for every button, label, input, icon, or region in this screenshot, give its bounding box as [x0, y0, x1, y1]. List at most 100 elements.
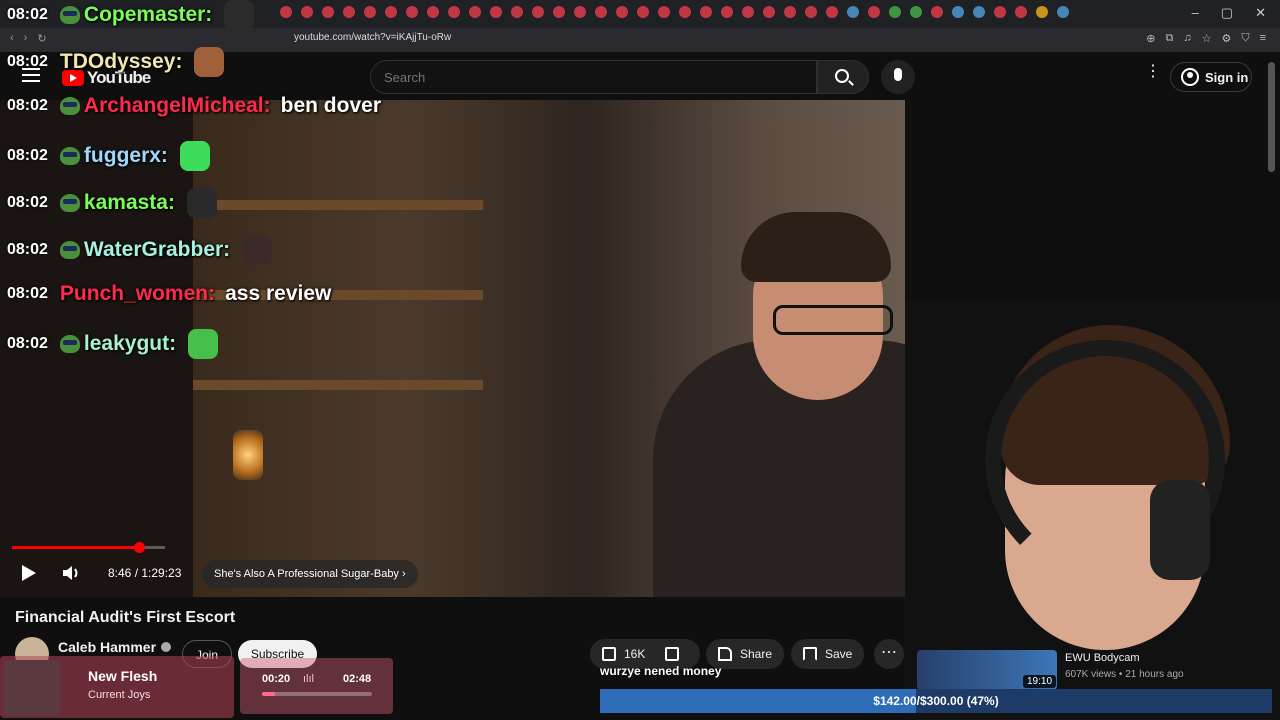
volume-icon[interactable]: [62, 565, 82, 581]
search-icon: [835, 69, 849, 83]
close-window-button[interactable]: ✕: [1255, 5, 1266, 21]
chat-emote-icon: [194, 47, 225, 77]
verified-icon: [161, 642, 172, 652]
channel-name[interactable]: Caleb Hammer: [58, 639, 172, 655]
browser-tab-icon[interactable]: [511, 6, 523, 18]
bookmark-icon[interactable]: ☆: [1202, 32, 1212, 45]
browser-tab-icon[interactable]: [637, 6, 649, 18]
chat-timestamp: 08:02: [7, 285, 48, 302]
chat-username[interactable]: ArchangelMicheal:: [84, 94, 271, 118]
lamp: [233, 430, 263, 480]
glasses: [773, 305, 893, 335]
browser-tab-icon[interactable]: [973, 6, 985, 18]
chat-message: 08:02 Punch_women: ass review: [7, 282, 331, 306]
headphone-cup: [1150, 480, 1210, 580]
zoom-icon[interactable]: ⊕: [1146, 32, 1155, 45]
chapter-button[interactable]: She's Also A Professional Sugar-Baby ›: [202, 560, 418, 588]
chat-username[interactable]: Copemaster:: [84, 3, 212, 27]
chat-username[interactable]: TDOdyssey:: [60, 50, 183, 74]
minimize-button[interactable]: –: [1192, 5, 1199, 21]
browser-tab-icon[interactable]: [994, 6, 1006, 18]
chevron-right-icon: ›: [402, 568, 406, 580]
browser-tab-icon[interactable]: [1036, 6, 1048, 18]
browser-tab-icon[interactable]: [805, 6, 817, 18]
chat-username[interactable]: kamasta:: [84, 191, 175, 215]
more-options-icon[interactable]: ⋮: [1145, 64, 1161, 80]
thumbs-up-icon[interactable]: [602, 647, 616, 661]
chat-message: 08:02 WaterGrabber:: [7, 235, 273, 265]
browser-tab-icon[interactable]: [700, 6, 712, 18]
like-count[interactable]: 16K: [624, 647, 645, 661]
settings-icon[interactable]: ⚙: [1221, 32, 1231, 45]
chat-emote-icon: [224, 0, 255, 30]
browser-tab-icon[interactable]: [1015, 6, 1027, 18]
maximize-button[interactable]: ▢: [1221, 5, 1233, 21]
browser-tab-icon[interactable]: [616, 6, 628, 18]
browser-tab-icon[interactable]: [574, 6, 586, 18]
play-icon[interactable]: [22, 565, 36, 581]
subscriber-badge-icon: [59, 6, 80, 24]
recommended-title[interactable]: EWU Bodycam: [1065, 652, 1140, 664]
voice-search-button[interactable]: [881, 60, 915, 94]
recommended-duration: 19:10: [1023, 675, 1057, 688]
thumbs-down-icon[interactable]: [665, 647, 680, 661]
browser-tab-icon[interactable]: [658, 6, 670, 18]
browser-tab-icon[interactable]: [784, 6, 796, 18]
chat-timestamp: 08:02: [7, 6, 48, 23]
donation-goal-text: $142.00/$300.00 (47%): [873, 694, 999, 708]
seek-bar-knob[interactable]: [133, 542, 145, 553]
chat-message: 08:02 TDOdyssey:: [7, 47, 225, 77]
sign-in-button[interactable]: Sign in: [1170, 62, 1252, 92]
browser-tab-icon[interactable]: [910, 6, 922, 18]
browser-tab-icon[interactable]: [826, 6, 838, 18]
subscriber-badge-icon: [59, 335, 80, 353]
browser-menu-icon[interactable]: ≡: [1260, 32, 1266, 45]
page-scrollbar[interactable]: [1268, 62, 1275, 172]
browser-tab-icon[interactable]: [868, 6, 880, 18]
share-label: Share: [740, 647, 773, 661]
browser-tab-icon[interactable]: [889, 6, 901, 18]
shelf: [193, 380, 483, 390]
save-button[interactable]: Save: [791, 639, 865, 669]
chat-username[interactable]: fuggerx:: [84, 144, 168, 168]
video-title: Financial Audit's First Escort: [15, 609, 236, 626]
chat-message: 08:02 fuggerx:: [7, 141, 210, 171]
more-actions-button[interactable]: ⋯: [874, 639, 904, 669]
chat-username[interactable]: Punch_women:: [60, 282, 215, 306]
chat-text: ass review: [225, 282, 332, 305]
shield-icon[interactable]: ⛉: [1241, 32, 1249, 45]
save-label: Save: [825, 647, 853, 661]
browser-tab-icon[interactable]: [952, 6, 964, 18]
subscriber-badge-icon: [59, 194, 80, 212]
browser-tab-icon[interactable]: [553, 6, 565, 18]
chat-timestamp: 08:02: [7, 147, 48, 164]
subscriber-badge-icon: [59, 97, 80, 115]
browser-tab-icon[interactable]: [742, 6, 754, 18]
browser-tab-icon[interactable]: [679, 6, 691, 18]
chat-username[interactable]: leakygut:: [84, 332, 176, 356]
browser-tab-icon[interactable]: [1057, 6, 1069, 18]
chat-username[interactable]: WaterGrabber:: [84, 238, 230, 262]
chat-message: 08:02 leakygut:: [7, 329, 219, 359]
browser-tab-icon[interactable]: [532, 6, 544, 18]
song-title: New Flesh: [88, 668, 158, 684]
browser-tab-icon[interactable]: [469, 6, 481, 18]
browser-tab-icon[interactable]: [847, 6, 859, 18]
search-button[interactable]: [817, 60, 869, 94]
browser-tab-icon[interactable]: [595, 6, 607, 18]
chat-timestamp: 08:02: [7, 241, 48, 258]
share-icon: [718, 647, 732, 661]
stream-chat: 08:02 Copemaster: 08:02 TDOdyssey: 08:02 Arch…: [0, 0, 460, 360]
chat-emote-icon: [188, 329, 219, 359]
browser-toolbar-icons: ⊕ ⧉ ♫ ☆ ⚙ ⛉ ≡: [1146, 32, 1266, 45]
window-controls: – ▢ ✕: [1192, 5, 1266, 21]
browser-tab-icon[interactable]: [490, 6, 502, 18]
music-icon[interactable]: ♫: [1183, 32, 1191, 45]
subscriber-badge-icon: [59, 147, 80, 165]
browser-tab-icon[interactable]: [721, 6, 733, 18]
seek-bar[interactable]: [12, 542, 165, 553]
browser-tab-icon[interactable]: [763, 6, 775, 18]
browser-tab-icon[interactable]: [931, 6, 943, 18]
extensions-icon[interactable]: ⧉: [1165, 32, 1173, 45]
user-icon: [1181, 68, 1199, 86]
